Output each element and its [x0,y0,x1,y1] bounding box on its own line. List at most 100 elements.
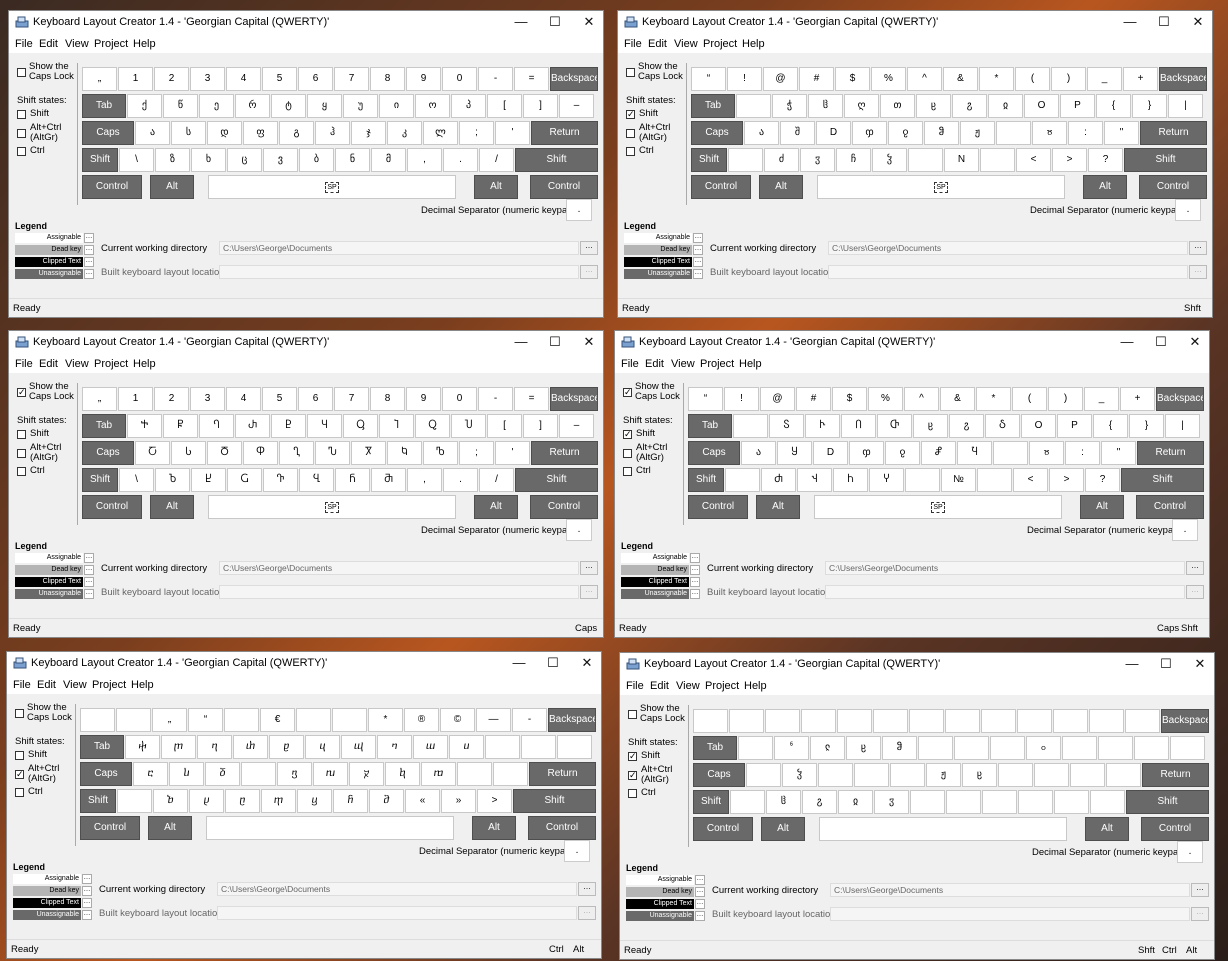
key[interactable]: : [1065,441,1100,465]
key[interactable]: ⴊ [421,762,456,786]
key[interactable]: % [868,387,903,411]
right-shift-key[interactable]: Shift [1121,468,1204,492]
menu-help[interactable]: Help [742,38,765,50]
right-control-key[interactable]: Control [530,495,598,519]
key[interactable]: ⴍ [413,735,448,759]
menu-project[interactable]: Project [700,358,734,370]
key[interactable]: Ⴍ [415,414,450,438]
key[interactable]: - [512,708,547,732]
key[interactable]: " [1104,121,1139,145]
legend-edit-button[interactable]: … [84,257,94,267]
return-key[interactable]: Return [531,121,598,145]
right-alt-key[interactable]: Alt [474,495,518,519]
backspace-key[interactable]: Backspace [1156,387,1204,411]
cwd-field[interactable]: C:\Users\George\Documents [219,561,579,575]
key[interactable] [117,789,152,813]
cwd-field[interactable]: C:\Users\George\Documents [828,241,1188,255]
key[interactable] [1070,763,1105,787]
key[interactable]: Ⴕ [127,414,162,438]
key[interactable] [738,736,773,760]
key[interactable]: \ [119,148,154,172]
left-shift-key[interactable]: Shift [693,790,729,814]
key[interactable]: } [1129,414,1164,438]
key[interactable]: 0 [442,387,477,411]
key[interactable]: > [477,789,512,813]
key[interactable] [996,121,1031,145]
minimize-button[interactable]: — [1114,654,1150,674]
menu-edit[interactable]: Edit [645,358,664,370]
key[interactable]: ^ [904,387,939,411]
legend-edit-button[interactable]: … [84,589,94,599]
key[interactable]: Ⴔ [243,441,278,465]
left-alt-key[interactable]: Alt [148,816,192,840]
left-alt-key[interactable]: Alt [150,495,194,519]
key[interactable]: ჳ [874,790,909,814]
key[interactable]: ⴞ [189,789,224,813]
menu-project[interactable]: Project [92,679,126,691]
key[interactable] [296,708,331,732]
ctrl-checkbox[interactable] [623,467,632,476]
key[interactable]: Ⴚ [227,468,262,492]
shift-checkbox[interactable] [17,430,26,439]
tab-key[interactable]: Tab [693,736,737,760]
key[interactable]: ⴎ [449,735,484,759]
key[interactable]: ჶ [849,441,884,465]
key[interactable]: ⴅ [261,789,296,813]
key[interactable] [1034,763,1069,787]
key[interactable] [1134,736,1169,760]
key[interactable]: ⴈ [377,735,412,759]
key[interactable]: , [407,468,442,492]
caps-key[interactable]: Caps [693,763,745,787]
key[interactable] [733,414,768,438]
maximize-button[interactable]: ☐ [535,653,571,673]
key[interactable]: ტ [271,94,306,118]
key[interactable]: „ [82,67,117,91]
key[interactable]: Ⴞ [191,468,226,492]
key[interactable]: & [940,387,975,411]
minimize-button[interactable]: — [503,12,539,32]
cwd-field[interactable]: C:\Users\George\Documents [219,241,579,255]
right-shift-key[interactable]: Shift [515,148,598,172]
right-control-key[interactable]: Control [1141,817,1209,841]
key[interactable]: $ [835,67,870,91]
key[interactable]: [ [487,414,522,438]
key[interactable]: Ⴎ [451,414,486,438]
key[interactable]: O [1021,414,1056,438]
key[interactable]: : [1068,121,1103,145]
close-button[interactable]: ✕ [1180,12,1212,32]
key[interactable]: ⴋ [369,789,404,813]
key[interactable]: ჼ [774,736,809,760]
key[interactable] [80,708,115,732]
key[interactable] [854,763,889,787]
key[interactable]: Ⴗ [307,414,342,438]
left-alt-key[interactable]: Alt [150,175,194,199]
maximize-button[interactable]: ☐ [1146,12,1182,32]
key[interactable]: Ⴡ [805,414,840,438]
built-location-browse-button[interactable]: … [1186,585,1204,599]
key[interactable]: ხ [191,148,226,172]
key[interactable]: ჟ [926,763,961,787]
key[interactable]: ჱ [766,790,801,814]
key[interactable]: “ [691,67,726,91]
ctrl-checkbox[interactable] [17,147,26,156]
spacebar-key[interactable]: SP [208,175,456,199]
key[interactable]: ) [1048,387,1083,411]
caps-lock-checkbox[interactable] [15,709,24,718]
menu-project[interactable]: Project [703,38,737,50]
return-key[interactable]: Return [1137,441,1204,465]
menu-view[interactable]: View [674,38,698,50]
key[interactable]: Ⴊ [423,441,458,465]
minimize-button[interactable]: — [501,653,537,673]
key[interactable]: Ⴢ [985,414,1020,438]
maximize-button[interactable]: ☐ [1148,654,1184,674]
menu-view[interactable]: View [671,358,695,370]
key[interactable]: კ [387,121,422,145]
key[interactable]: ჸ [916,94,951,118]
menu-view[interactable]: View [65,38,89,50]
key[interactable]: ჸ [846,736,881,760]
menu-file[interactable]: File [621,358,639,370]
built-location-browse-button[interactable]: … [580,265,598,279]
key[interactable] [1125,709,1160,733]
key[interactable]: ა [741,441,776,465]
key[interactable] [1170,736,1205,760]
